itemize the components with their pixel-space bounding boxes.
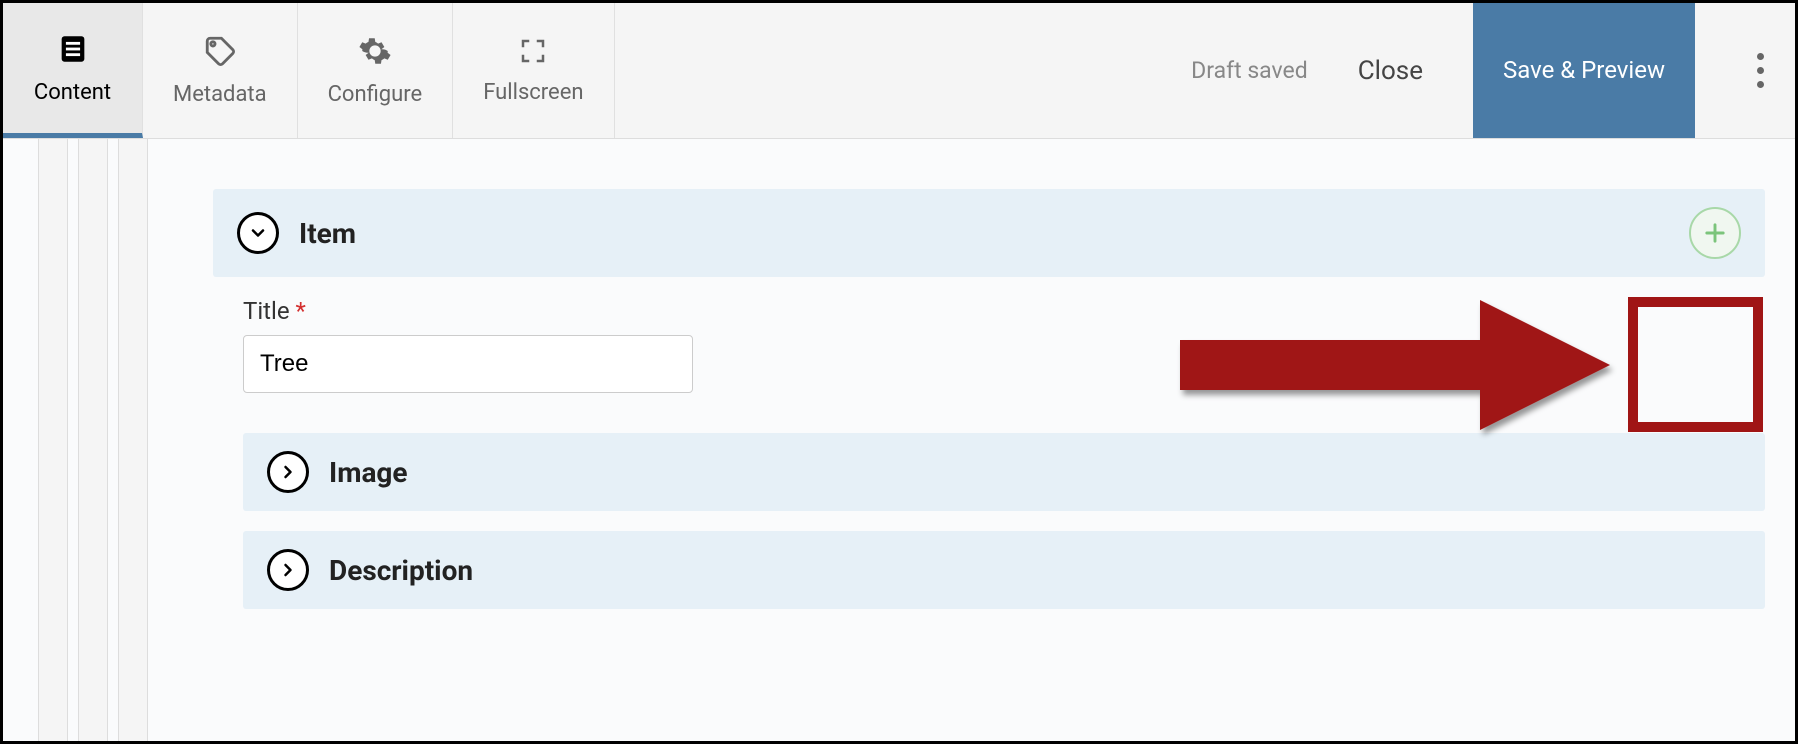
tree-rails — [38, 139, 148, 741]
document-icon — [56, 32, 90, 72]
more-menu-button[interactable] — [1725, 3, 1795, 138]
required-indicator: * — [296, 297, 306, 325]
image-panel-header[interactable]: Image — [243, 433, 1765, 511]
content-area: Item Title * Image — [3, 139, 1795, 741]
draft-status: Draft saved — [1191, 57, 1308, 84]
close-button[interactable]: Close — [1338, 46, 1443, 96]
tab-label: Fullscreen — [483, 80, 583, 105]
item-panel-header[interactable]: Item — [213, 189, 1765, 277]
tab-label: Metadata — [173, 82, 267, 107]
tab-configure[interactable]: Configure — [298, 3, 454, 138]
tab-content[interactable]: Content — [3, 3, 143, 138]
tab-metadata[interactable]: Metadata — [143, 3, 298, 138]
chevron-right-icon[interactable] — [267, 451, 309, 493]
item-panel-title: Item — [299, 217, 356, 250]
toolbar-right: Draft saved Close Save & Preview — [1191, 3, 1795, 138]
description-panel-title: Description — [329, 554, 473, 587]
title-field-group: Title * — [243, 297, 1765, 393]
vertical-dots-icon — [1757, 53, 1764, 88]
chevron-down-icon[interactable] — [237, 212, 279, 254]
main-toolbar: Content Metadata Configure Fullscreen Dr… — [3, 3, 1795, 139]
title-label: Title * — [243, 297, 1765, 325]
tag-icon — [203, 34, 237, 74]
description-panel-header[interactable]: Description — [243, 531, 1765, 609]
tab-label: Content — [34, 80, 111, 105]
add-item-button[interactable] — [1689, 207, 1741, 259]
image-panel-title: Image — [329, 456, 408, 489]
title-input[interactable] — [243, 335, 693, 393]
tab-fullscreen[interactable]: Fullscreen — [453, 3, 614, 138]
fullscreen-icon — [518, 36, 548, 72]
save-preview-button[interactable]: Save & Preview — [1473, 3, 1695, 138]
tab-label: Configure — [328, 82, 423, 107]
gear-icon — [358, 34, 392, 74]
chevron-right-icon[interactable] — [267, 549, 309, 591]
